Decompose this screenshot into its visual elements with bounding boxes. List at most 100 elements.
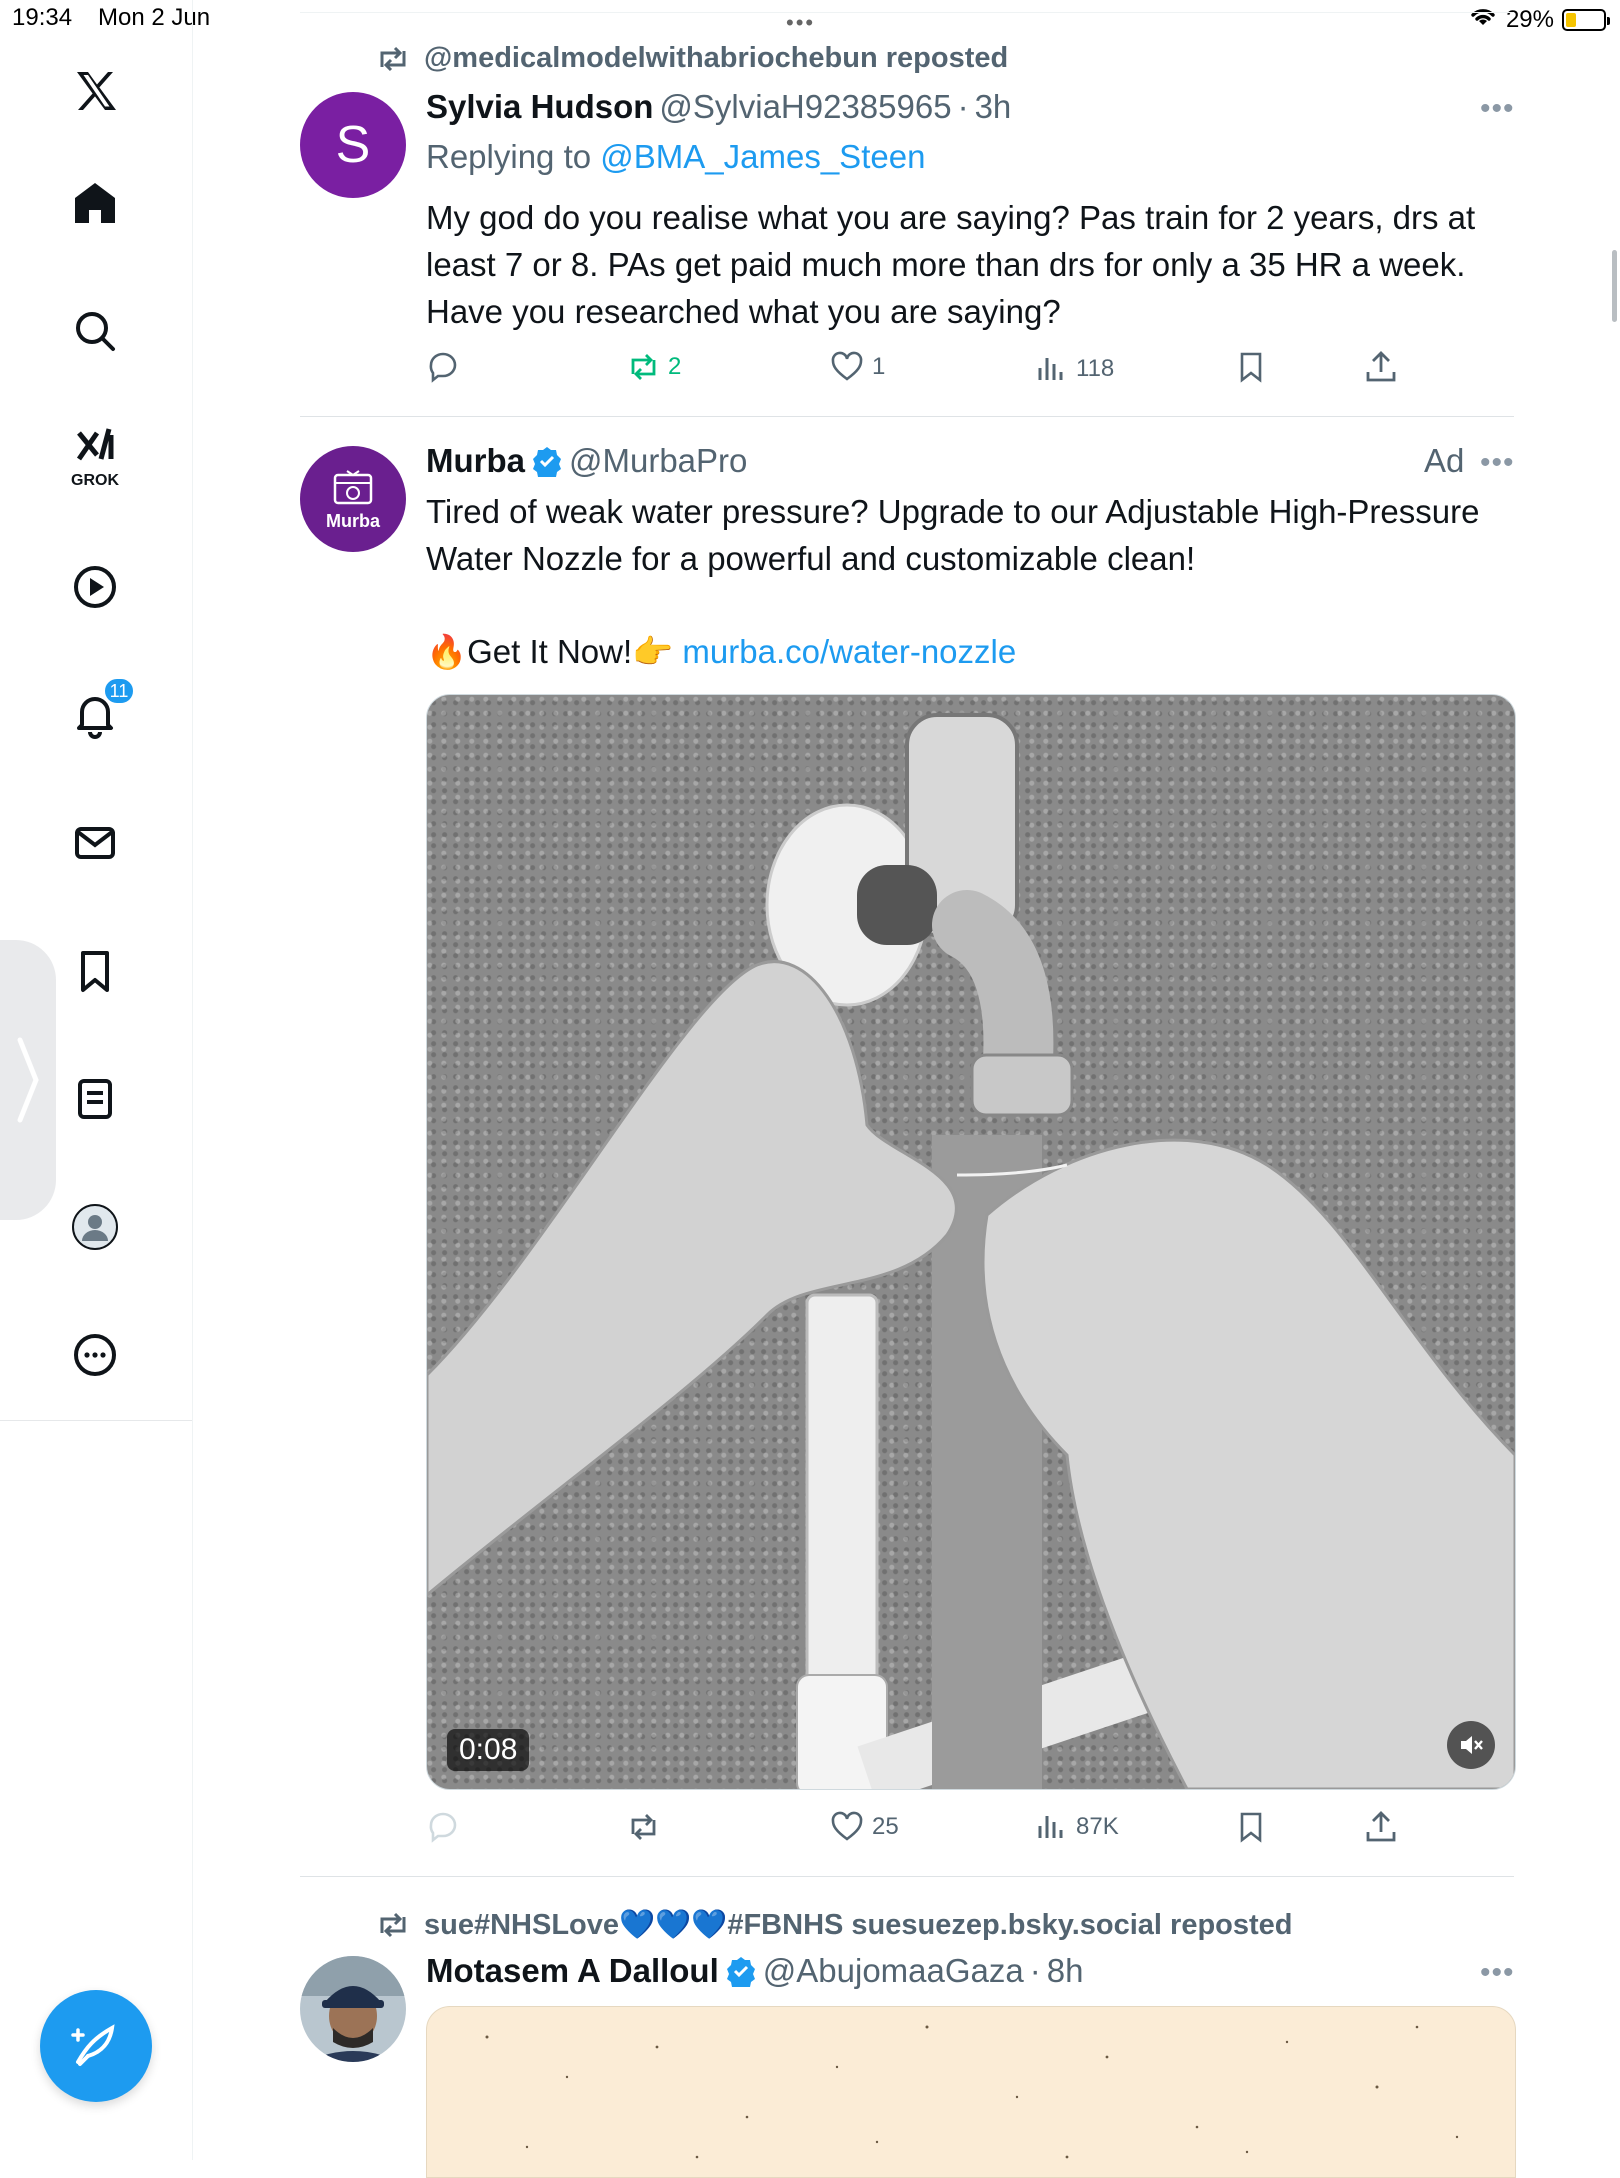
tweet-2-more-button[interactable]: •••	[1480, 446, 1515, 480]
tweet-1-avatar-letter: S	[335, 116, 371, 174]
tweet-1-reply-button[interactable]	[426, 350, 468, 384]
tweet-3-separator: ·	[1029, 1952, 1041, 1989]
compose-feather-icon	[71, 2024, 115, 2066]
tweet-2-avatar-label: Murba	[326, 510, 380, 531]
tweet-2-video[interactable]: 0:08	[426, 694, 1516, 1790]
tweet-1-bookmark-button[interactable]	[1234, 350, 1268, 384]
bookmarks-icon[interactable]	[60, 936, 130, 1006]
tweet-3-repost-line: sue#NHSLove💙💙💙#FBNHS suesuezep.bsky.soci…	[376, 1908, 1293, 1942]
tweet-divider	[300, 1876, 1514, 1877]
tweet-3-media-texture	[485, 2025, 1459, 2159]
verified-badge-icon	[726, 1957, 755, 1987]
messages-envelope-icon[interactable]	[60, 808, 130, 878]
repost-icon	[631, 1814, 656, 1840]
repost-icon	[380, 46, 406, 71]
views-chart-icon	[1038, 1816, 1063, 1838]
tweet-2-video-time: 0:08	[447, 1729, 530, 1771]
tweet-3-time[interactable]: 8h	[1047, 1952, 1084, 1990]
tweet-3-media-preview[interactable]	[426, 2006, 1516, 2178]
battery-percent: 29%	[1505, 5, 1554, 33]
tweet-3-reposted-by[interactable]: sue#NHSLove💙💙💙#FBNHS suesuezep.bsky.soci…	[424, 1908, 1293, 1942]
tweet-1-repost-line: @medicalmodelwithabriochebun reposted	[376, 42, 1008, 75]
tweet-1-view-count: 118	[1076, 355, 1115, 382]
bookmark-icon	[1240, 352, 1262, 383]
tweet-1-avatar[interactable]: S	[300, 92, 406, 198]
tweet-2-author-name[interactable]: Murba	[426, 442, 525, 480]
murba-logo-icon	[333, 469, 373, 504]
tweet-1-like-button[interactable]: 1	[830, 350, 885, 384]
sidebar-divider	[0, 1420, 192, 1421]
search-icon[interactable]	[60, 296, 130, 366]
profile-avatar-icon[interactable]	[60, 1192, 130, 1262]
tweet-2-cta-link[interactable]: murba.co/water-nozzle	[682, 633, 1016, 670]
reply-icon	[429, 1812, 457, 1843]
tweet-2-avatar[interactable]: Murba	[300, 446, 406, 552]
tweet-2-mute-button[interactable]	[1447, 1721, 1495, 1769]
tweet-3-avatar-photo	[300, 1956, 406, 2062]
speaker-muted-icon	[1461, 1736, 1483, 1754]
tweet-1-views-button[interactable]: 118	[1034, 352, 1114, 386]
grok-icon[interactable]: GROK	[60, 418, 130, 498]
tweet-3-header: Motasem A Dalloul @AbujomaaGaza · 8h	[426, 1952, 1083, 1990]
share-icon	[1366, 351, 1396, 382]
tweet-2-view-count: 87K	[1076, 1813, 1119, 1840]
tweet-1-author-handle[interactable]: @SylviaH92385965	[659, 88, 951, 126]
side-panel-handle[interactable]	[0, 940, 56, 1220]
tweet-1-separator: ·	[957, 88, 969, 125]
views-chart-icon	[1038, 358, 1063, 380]
more-options-icon[interactable]	[60, 1320, 130, 1390]
tweet-1-reply-context: Replying to @BMA_James_Steen	[426, 138, 925, 176]
video-play-icon[interactable]	[60, 552, 130, 622]
tweet-2-like-button[interactable]: 25	[830, 1810, 899, 1844]
tweet-1-replying-prefix: Replying to	[426, 138, 601, 175]
repost-icon	[380, 1912, 406, 1938]
repost-icon	[631, 354, 656, 380]
tweet-1-share-button[interactable]	[1364, 350, 1398, 384]
battery-icon	[1562, 8, 1610, 31]
tweet-1-replying-to[interactable]: @BMA_James_Steen	[600, 138, 925, 175]
tweet-2-bookmark-button[interactable]	[1234, 1810, 1268, 1844]
tweet-3-author-name[interactable]: Motasem A Dalloul	[426, 1952, 719, 1990]
tweet-2-repost-button[interactable]	[626, 1810, 668, 1844]
tweet-1-repost-count: 2	[668, 353, 682, 380]
wifi-icon	[1468, 4, 1498, 35]
tweet-2-text: Tired of weak water pressure? Upgrade to…	[426, 493, 1480, 577]
notifications-bell-icon[interactable]: 11	[60, 676, 136, 750]
tweet-1-time[interactable]: 3h	[975, 88, 1012, 126]
tweet-2-share-button[interactable]	[1364, 1810, 1398, 1844]
tweet-1-repost-button[interactable]: 2	[626, 350, 681, 384]
bookmark-icon	[1240, 1812, 1262, 1843]
tweet-3-more-button[interactable]: •••	[1480, 1956, 1515, 1990]
share-icon	[1366, 1811, 1396, 1842]
x-logo-icon[interactable]	[60, 56, 130, 126]
notifications-badge: 11	[102, 676, 136, 706]
tweet-2-video-frame	[427, 713, 1515, 1789]
tweet-1-more-button[interactable]: •••	[1480, 92, 1515, 126]
scrollbar-thumb[interactable]	[1612, 250, 1617, 322]
tweet-2-views-button[interactable]: 87K	[1034, 1810, 1119, 1844]
tweet-1-like-count: 1	[872, 353, 886, 380]
heart-icon	[831, 351, 863, 381]
tweet-2-ad-label: Ad	[1424, 442, 1465, 479]
tweet-1-author-name[interactable]: Sylvia Hudson	[426, 88, 653, 126]
lists-icon[interactable]	[60, 1064, 130, 1134]
tweet-2-cta-prefix: 🔥Get It Now!👉	[426, 633, 683, 670]
grok-label: GROK	[71, 472, 119, 489]
verified-badge-icon	[533, 447, 561, 477]
tweet-1-reposted-by[interactable]: @medicalmodelwithabriochebun reposted	[424, 42, 1008, 75]
heart-icon	[831, 1811, 863, 1841]
tweet-2-cta: 🔥Get It Now!👉 murba.co/water-nozzle	[426, 628, 1016, 675]
home-icon[interactable]	[60, 168, 130, 238]
reply-icon	[429, 352, 457, 383]
status-right: 29%	[1468, 4, 1610, 35]
tweet-1-text: My god do you realise what you are sayin…	[426, 199, 1476, 330]
tweet-divider	[300, 416, 1514, 417]
tweet-3-avatar[interactable]	[300, 1956, 406, 2062]
tweet-3-author-handle[interactable]: @AbujomaaGaza	[763, 1952, 1024, 1990]
tweet-2-author-handle[interactable]: @MurbaPro	[569, 442, 747, 480]
compose-post-button[interactable]	[40, 1990, 152, 2102]
tweet-1-header: Sylvia Hudson @SylviaH92385965 · 3h	[426, 88, 1011, 126]
multitasking-dots[interactable]: •••	[786, 10, 815, 36]
tweet-2-like-count: 25	[872, 1813, 899, 1840]
tweet-2-reply-button[interactable]	[426, 1810, 468, 1844]
